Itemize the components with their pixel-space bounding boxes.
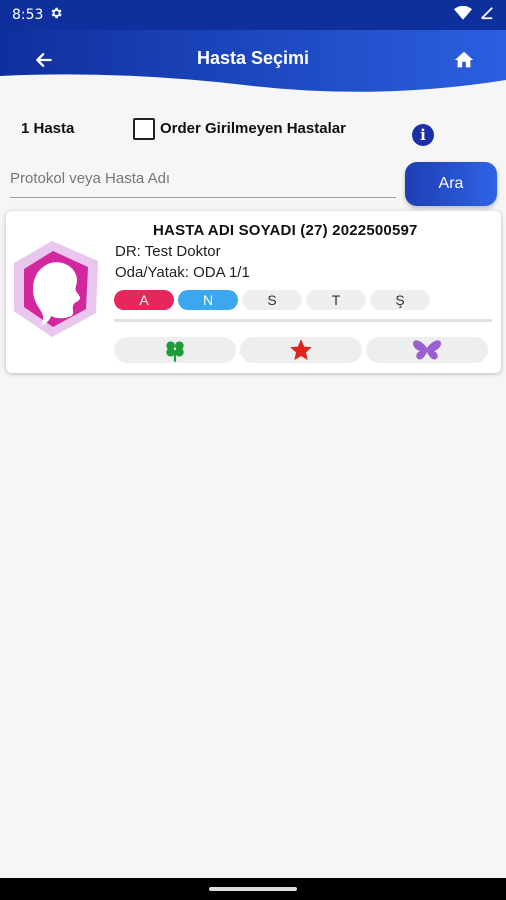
- day-badge[interactable]: T: [306, 290, 366, 310]
- patient-doctor: DR: Test Doktor: [115, 243, 221, 260]
- order-filter-label[interactable]: Order Girilmeyen Hastalar: [160, 120, 346, 137]
- patient-name: HASTA ADI SOYADI (27) 2022500597: [153, 222, 418, 239]
- app-bar: Hasta Seçimi: [0, 30, 506, 94]
- star-icon: [290, 339, 312, 361]
- female-head-icon: [14, 241, 98, 337]
- tag-clover[interactable]: [114, 337, 236, 363]
- patient-tags: [114, 337, 488, 363]
- butterfly-icon: [412, 340, 442, 360]
- clover-icon: [166, 341, 184, 362]
- system-nav-bar: [0, 878, 506, 900]
- tag-star[interactable]: [240, 337, 362, 363]
- wifi-icon: [454, 5, 472, 24]
- tag-butterfly[interactable]: [366, 337, 488, 363]
- day-badge[interactable]: S: [242, 290, 302, 310]
- day-badge[interactable]: Ş: [370, 290, 430, 310]
- page-title: Hasta Seçimi: [196, 48, 310, 68]
- info-icon[interactable]: i: [412, 124, 434, 146]
- order-filter-checkbox[interactable]: [133, 118, 155, 140]
- gear-icon: [49, 6, 63, 24]
- filter-row: 1 Hasta Order Girilmeyen Hastalar i: [0, 112, 506, 146]
- search-input[interactable]: [10, 160, 396, 198]
- patient-count: 1 Hasta: [21, 120, 75, 137]
- home-icon: [454, 51, 474, 68]
- search-button[interactable]: Ara: [405, 162, 497, 206]
- home-button[interactable]: [450, 46, 478, 74]
- battery-icon: [480, 6, 494, 24]
- patient-card[interactable]: HASTA ADI SOYADI (27) 2022500597 DR: Tes…: [6, 211, 501, 373]
- status-time: 8:53: [12, 7, 44, 23]
- day-badge[interactable]: N: [178, 290, 238, 310]
- day-badge[interactable]: A: [114, 290, 174, 310]
- day-badges: A N S T Ş: [114, 290, 430, 310]
- divider: [114, 319, 492, 322]
- patient-room: Oda/Yatak: ODA 1/1: [115, 264, 250, 281]
- status-bar: 8:53: [0, 0, 506, 30]
- home-gesture-pill[interactable]: [209, 887, 297, 891]
